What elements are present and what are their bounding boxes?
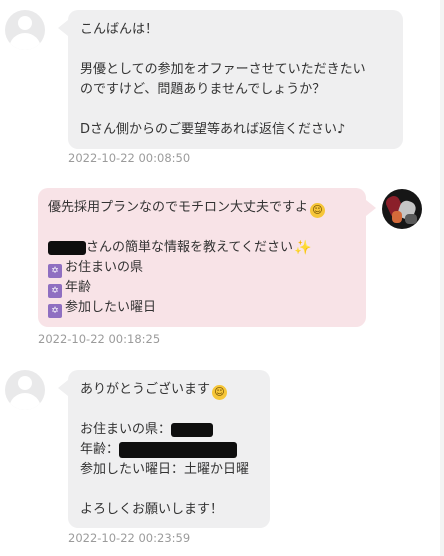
message-line: こんばんは！ — [80, 22, 159, 37]
message-bubble-outgoing: 優先採用プランなのでモチロン大丈夫ですよ ☺ さんの簡単な情報を教えてください✨ … — [38, 188, 366, 327]
smiling-face-icon: ☺ — [212, 385, 228, 400]
bubble-tail — [366, 200, 376, 216]
message-bubble-incoming: こんばんは！ 男優としての参加をオファーさせていただきたい のですけど、問題あり… — [68, 10, 403, 149]
list-item: お住まいの県 — [65, 260, 144, 275]
sparkles-icon: ✨ — [293, 240, 312, 256]
redaction-bar — [48, 240, 86, 255]
star-of-david-icon: ✡ — [48, 304, 62, 318]
message-line: よろしくお願いします！ — [80, 502, 224, 517]
message-bubble-incoming: ありがとうございます ☺ お住まいの県： 年齢： 参加したい曜日：土曜か日曜 よろ… — [68, 370, 270, 528]
list-item: 年齢 — [65, 280, 92, 295]
message-line: 参加したい曜日：土曜か日曜 — [80, 462, 250, 477]
message-timestamp: 2022-10-22 00:23:59 — [68, 531, 191, 545]
redaction-bar — [119, 441, 238, 458]
message-line: 年齢： — [80, 442, 120, 457]
message-timestamp: 2022-10-22 00:08:50 — [68, 151, 191, 165]
message-line: お住まいの県： — [80, 422, 172, 437]
bubble-tail — [58, 380, 68, 396]
list-item: 参加したい曜日 — [65, 300, 157, 315]
star-of-david-icon: ✡ — [48, 284, 62, 298]
message-line: のですけど、問題ありませんでしょうか？ — [80, 82, 326, 97]
avatar-default-icon — [5, 10, 45, 50]
smiling-face-icon: ☺ — [310, 203, 326, 218]
message-line: ありがとうございます — [80, 382, 211, 397]
bubble-tail — [58, 20, 68, 36]
message-timestamp: 2022-10-22 00:18:25 — [38, 332, 161, 346]
message-line: 男優としての参加をオファーさせていただきたい — [80, 62, 366, 77]
message-line: 優先採用プランなのでモチロン大丈夫ですよ — [48, 200, 309, 215]
star-of-david-icon: ✡ — [48, 264, 62, 278]
message-line: さんの簡単な情報を教えてください — [86, 240, 293, 255]
message-line: Dさん側からのご要望等あれば返信ください♪ — [80, 122, 346, 137]
scrollbar-track[interactable] — [440, 0, 444, 556]
user-photo-avatar — [382, 189, 422, 229]
avatar-default-icon — [5, 370, 45, 410]
redaction-bar — [171, 422, 214, 437]
